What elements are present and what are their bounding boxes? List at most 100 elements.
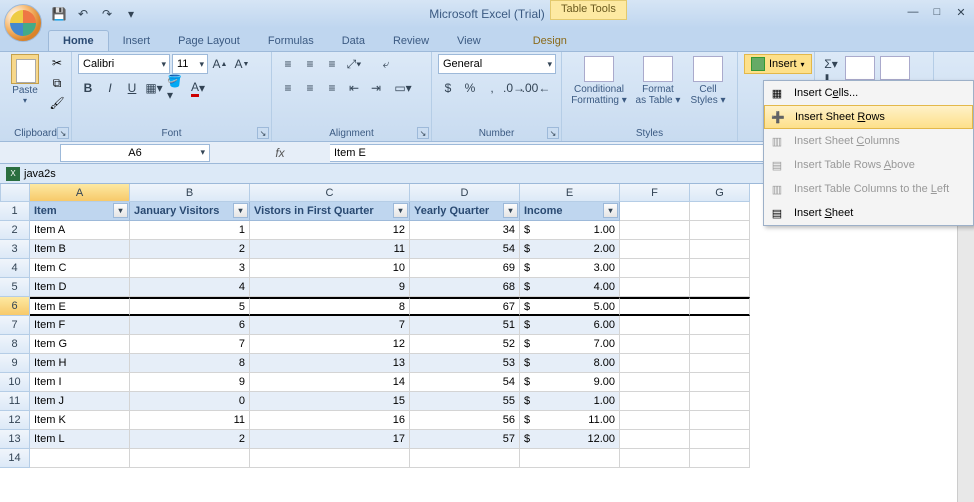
cell[interactable]: 2 bbox=[130, 430, 250, 449]
fill-color-button[interactable]: 🪣▾ bbox=[166, 78, 186, 98]
row-header[interactable]: 2 bbox=[0, 221, 30, 240]
cell[interactable]: 34 bbox=[410, 221, 520, 240]
cell[interactable]: 51 bbox=[410, 316, 520, 335]
filter-button[interactable]: ▾ bbox=[603, 203, 618, 218]
cell[interactable] bbox=[620, 449, 690, 468]
cell[interactable] bbox=[620, 297, 690, 316]
font-color-button[interactable]: A▾ bbox=[188, 78, 208, 98]
sort-filter-button[interactable] bbox=[844, 54, 876, 82]
cell[interactable]: 7 bbox=[130, 335, 250, 354]
cell[interactable]: $6.00 bbox=[520, 316, 620, 335]
row-header[interactable]: 3 bbox=[0, 240, 30, 259]
menu-insert-sheet-rows[interactable]: ➕Insert Sheet Rows bbox=[764, 105, 973, 129]
cell[interactable]: Item A bbox=[30, 221, 130, 240]
menu-insert-cells[interactable]: ▦Insert Cells... bbox=[764, 81, 973, 105]
paste-button[interactable]: Paste ▾ bbox=[6, 54, 44, 105]
cell[interactable]: $9.00 bbox=[520, 373, 620, 392]
cell[interactable]: 8 bbox=[250, 297, 410, 316]
cell[interactable]: 1 bbox=[130, 221, 250, 240]
cell[interactable]: $1.00 bbox=[520, 392, 620, 411]
fx-button[interactable]: fx bbox=[270, 146, 290, 160]
maximize-button[interactable]: □ bbox=[928, 4, 946, 20]
tab-insert[interactable]: Insert bbox=[109, 31, 165, 51]
row-header[interactable]: 8 bbox=[0, 335, 30, 354]
shrink-font-button[interactable]: A▼ bbox=[232, 54, 252, 74]
cell[interactable] bbox=[620, 335, 690, 354]
cell[interactable]: 9 bbox=[250, 278, 410, 297]
cell[interactable]: Item B bbox=[30, 240, 130, 259]
conditional-formatting-button[interactable]: Conditional Formatting ▾ bbox=[568, 54, 630, 106]
cell[interactable] bbox=[690, 259, 750, 278]
row-header[interactable]: 11 bbox=[0, 392, 30, 411]
cell[interactable] bbox=[620, 259, 690, 278]
tab-design[interactable]: Design bbox=[519, 31, 581, 51]
vertical-scrollbar[interactable] bbox=[957, 206, 974, 502]
cell[interactable]: Item D bbox=[30, 278, 130, 297]
cell[interactable] bbox=[690, 411, 750, 430]
tab-data[interactable]: Data bbox=[328, 31, 379, 51]
cell[interactable]: 17 bbox=[250, 430, 410, 449]
close-button[interactable]: ✕ bbox=[952, 4, 970, 20]
table-header[interactable]: Item▾ bbox=[30, 202, 130, 221]
cell[interactable] bbox=[620, 221, 690, 240]
qat-customize-icon[interactable]: ▾ bbox=[120, 4, 142, 24]
row-header[interactable]: 9 bbox=[0, 354, 30, 373]
cell[interactable]: $12.00 bbox=[520, 430, 620, 449]
cell[interactable]: 9 bbox=[130, 373, 250, 392]
row-header[interactable]: 10 bbox=[0, 373, 30, 392]
menu-insert-sheet[interactable]: ▤Insert Sheet bbox=[764, 201, 973, 225]
percent-button[interactable]: % bbox=[460, 78, 480, 98]
row-header-1[interactable]: 1 bbox=[0, 202, 30, 221]
cell[interactable]: Item G bbox=[30, 335, 130, 354]
redo-icon[interactable]: ↷ bbox=[96, 4, 118, 24]
cell[interactable] bbox=[690, 278, 750, 297]
cell[interactable] bbox=[620, 430, 690, 449]
cell[interactable]: 5 bbox=[130, 297, 250, 316]
row-header-14[interactable]: 14 bbox=[0, 449, 30, 468]
col-header-f[interactable]: F bbox=[620, 184, 690, 202]
cell[interactable]: 12 bbox=[250, 335, 410, 354]
row-header[interactable]: 5 bbox=[0, 278, 30, 297]
row-header[interactable]: 4 bbox=[0, 259, 30, 278]
font-size-combo[interactable]: 11 bbox=[172, 54, 208, 74]
cell[interactable] bbox=[620, 202, 690, 221]
cell[interactable]: 8 bbox=[130, 354, 250, 373]
cell[interactable] bbox=[620, 411, 690, 430]
tab-home[interactable]: Home bbox=[48, 30, 109, 51]
cell[interactable] bbox=[690, 202, 750, 221]
cell[interactable]: 13 bbox=[250, 354, 410, 373]
cell[interactable]: 67 bbox=[410, 297, 520, 316]
col-header-a[interactable]: A bbox=[30, 184, 130, 202]
cell[interactable]: 16 bbox=[250, 411, 410, 430]
align-center-button[interactable]: ≡ bbox=[300, 78, 320, 98]
cell[interactable]: 69 bbox=[410, 259, 520, 278]
cell[interactable] bbox=[690, 354, 750, 373]
cell[interactable] bbox=[690, 221, 750, 240]
cell[interactable]: Item E bbox=[30, 297, 130, 316]
cell[interactable] bbox=[620, 316, 690, 335]
filter-button[interactable]: ▾ bbox=[393, 203, 408, 218]
cell[interactable]: 0 bbox=[130, 392, 250, 411]
tab-review[interactable]: Review bbox=[379, 31, 443, 51]
cell-styles-button[interactable]: Cell Styles ▾ bbox=[686, 54, 730, 106]
cell[interactable] bbox=[620, 278, 690, 297]
filter-button[interactable]: ▾ bbox=[503, 203, 518, 218]
cell[interactable] bbox=[690, 297, 750, 316]
cell[interactable]: 14 bbox=[250, 373, 410, 392]
cell[interactable] bbox=[520, 449, 620, 468]
format-painter-icon[interactable]: 🖌 bbox=[47, 94, 67, 112]
cell[interactable]: 10 bbox=[250, 259, 410, 278]
font-name-combo[interactable]: Calibri bbox=[78, 54, 170, 74]
align-right-button[interactable]: ≡ bbox=[322, 78, 342, 98]
decrease-decimal-button[interactable]: .00← bbox=[526, 78, 546, 98]
cell[interactable] bbox=[620, 354, 690, 373]
cell[interactable] bbox=[690, 240, 750, 259]
filter-button[interactable]: ▾ bbox=[233, 203, 248, 218]
row-header[interactable]: 13 bbox=[0, 430, 30, 449]
cell[interactable]: 53 bbox=[410, 354, 520, 373]
col-header-g[interactable]: G bbox=[690, 184, 750, 202]
decrease-indent-button[interactable]: ⇤ bbox=[344, 78, 364, 98]
align-bottom-button[interactable]: ≡ bbox=[322, 54, 342, 74]
cell[interactable]: 12 bbox=[250, 221, 410, 240]
orientation-button[interactable]: ⤢▾ bbox=[344, 54, 364, 74]
